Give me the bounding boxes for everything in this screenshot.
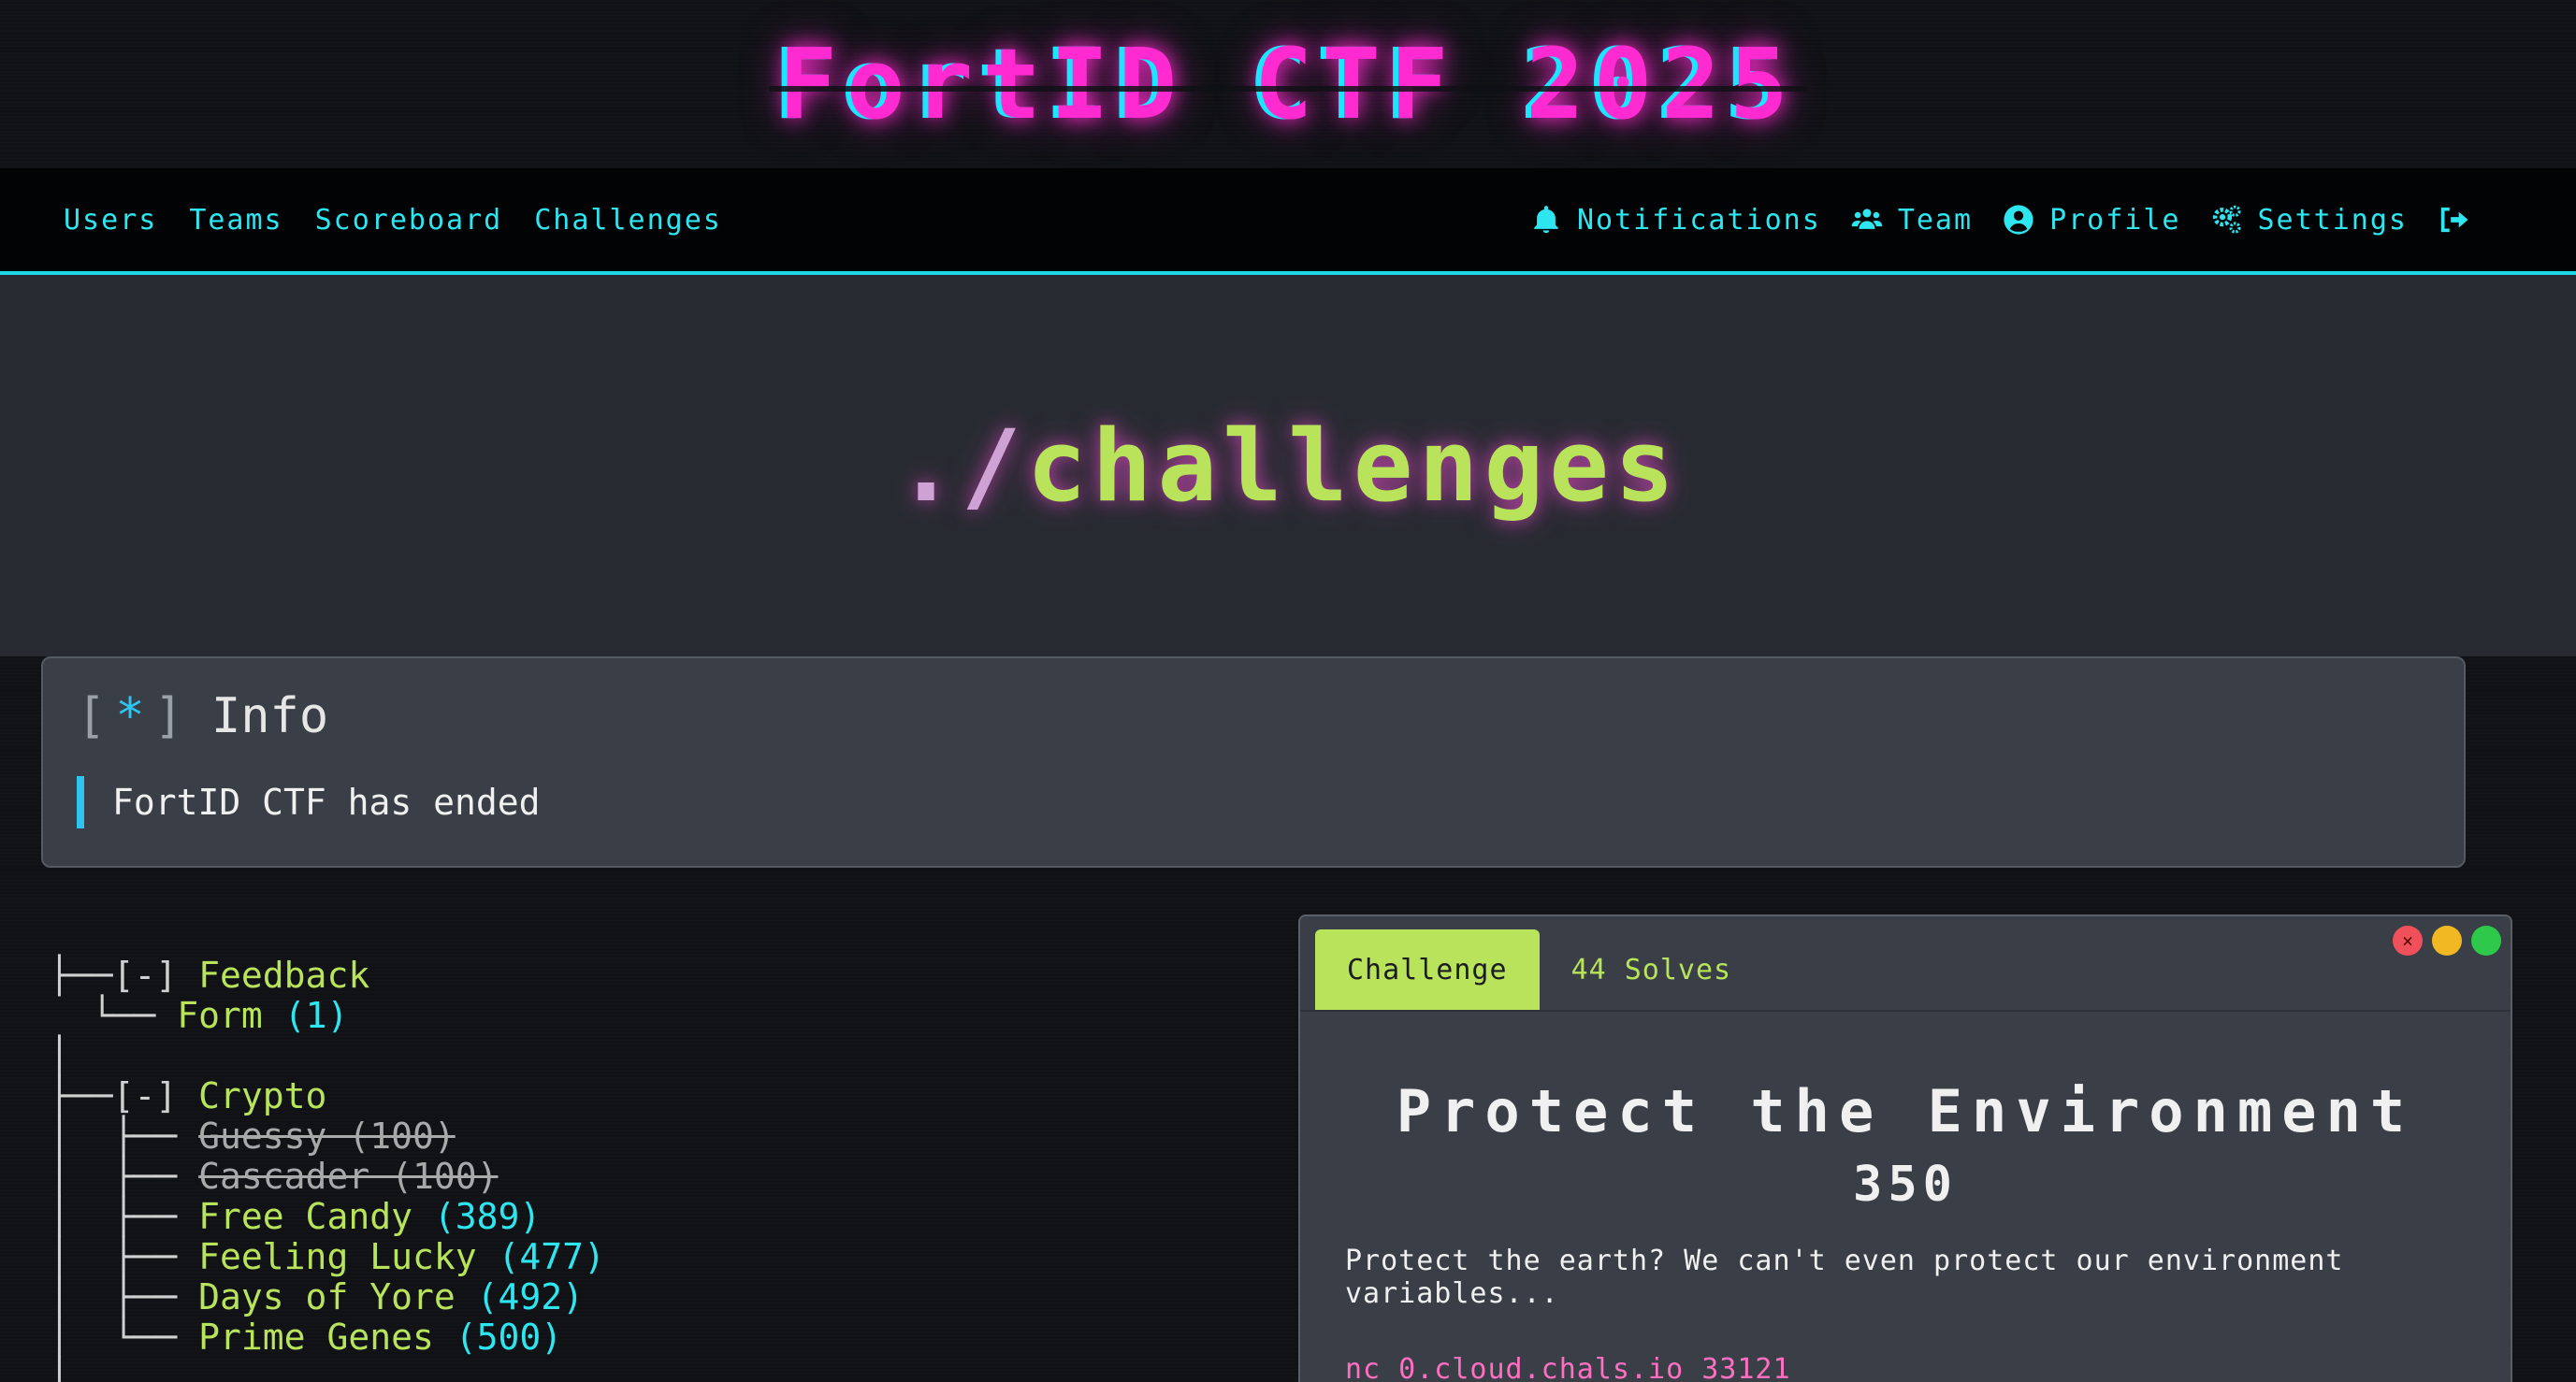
tree-toggle[interactable]: [-]	[113, 1075, 178, 1116]
logout-icon	[2440, 207, 2468, 233]
tree-branch: ├──	[69, 1156, 199, 1197]
tree-toggle[interactable]: [-]	[113, 955, 178, 996]
tree-challenge-name-solved: Cascader (100)	[198, 1156, 499, 1197]
tree-challenge-item[interactable]: │ ├── Days of Yore (492)	[49, 1277, 1265, 1317]
challenge-tree: ├──[-] Feedback └── Form (1) │ ├──[-] Cr…	[49, 956, 1265, 1382]
tree-challenge-name: Free Candy	[198, 1196, 412, 1237]
info-message: FortID CTF has ended	[77, 776, 2430, 828]
challenge-modal: Challenge 44 Solves × Protect the Enviro…	[1298, 914, 2512, 1382]
info-heading: [ * ] Info	[77, 688, 2430, 744]
nav-settings-label: Settings	[2257, 203, 2408, 237]
close-icon[interactable]: ×	[2393, 926, 2423, 956]
users-icon	[1851, 209, 1883, 229]
info-title: Info	[210, 688, 329, 744]
user-circle-icon	[2004, 205, 2033, 235]
window-controls: ×	[2393, 926, 2501, 956]
tree-category-crypto[interactable]: ├──[-] Crypto	[49, 1076, 1265, 1116]
tree-branch: ├──	[49, 955, 113, 996]
nav-challenges-link[interactable]: Challenges	[534, 204, 722, 237]
page-title-prefix: ./	[896, 408, 1027, 524]
nav-team-label: Team	[1897, 203, 1974, 237]
tree-spacer: │	[49, 1357, 70, 1382]
tree-challenge-name: Form	[177, 995, 263, 1036]
info-star-marker: *	[115, 688, 145, 744]
nav-left-group: Users Teams Scoreboard Challenges	[64, 204, 722, 237]
nav-profile-link[interactable]: Profile	[2003, 204, 2180, 237]
page-title-text: challenges	[1026, 408, 1680, 524]
challenge-connection-info[interactable]: nc 0.cloud.chals.io 33121	[1345, 1353, 2466, 1382]
tree-challenge-item[interactable]: │ ├── Cascader (100)	[49, 1157, 1265, 1197]
nav-right-group: Notifications Team Profile Settings	[1530, 204, 2469, 237]
tree-branch: └──	[49, 995, 178, 1036]
challenge-points: 350	[1853, 1157, 1958, 1213]
tree-branch: ├──	[69, 1236, 199, 1277]
tree-challenge-item[interactable]: │ ├── Feeling Lucky (477)	[49, 1237, 1265, 1277]
tree-challenge-name: Days of Yore	[198, 1276, 456, 1317]
tree-challenge-name: Prime Genes	[198, 1317, 434, 1358]
modal-body: Protect the Environment 350 Protect the …	[1300, 1012, 2511, 1382]
site-header: FortID CTF 2025	[0, 0, 2576, 168]
tree-category-label: Crypto	[198, 1075, 327, 1116]
tree-challenge-name: Feeling Lucky	[198, 1236, 477, 1277]
tree-challenge-points: (1)	[283, 995, 349, 1036]
nav-teams-link[interactable]: Teams	[189, 204, 282, 237]
tree-challenge-points: (389)	[433, 1196, 542, 1237]
cogs-icon	[2212, 205, 2241, 234]
info-bracket-open: [	[77, 688, 107, 744]
nav-settings-link[interactable]: Settings	[2211, 204, 2409, 237]
tree-category-label: Feedback	[198, 955, 370, 996]
nav-team-link[interactable]: Team	[1851, 204, 1973, 237]
modal-header: Challenge 44 Solves ×	[1300, 916, 2511, 1012]
bell-icon	[1534, 206, 1558, 234]
tab-challenge[interactable]: Challenge	[1315, 929, 1540, 1010]
tree-challenge-points: (500)	[455, 1317, 563, 1358]
tree-challenge-item[interactable]: │ ├── Free Candy (389)	[49, 1197, 1265, 1237]
nav-logout-link[interactable]	[2438, 204, 2469, 236]
tree-branch: ├──	[69, 1276, 199, 1317]
challenge-title: Protect the Environment	[1396, 1077, 2415, 1145]
nav-profile-label: Profile	[2049, 203, 2181, 237]
tree-challenge-item[interactable]: │ ├── Guessy (100)	[49, 1116, 1265, 1157]
tree-challenge-item[interactable]: │ └── Prime Genes (500)	[49, 1317, 1265, 1358]
tab-solves[interactable]: 44 Solves	[1540, 929, 1764, 1010]
maximize-icon[interactable]	[2471, 926, 2501, 956]
nav-scoreboard-link[interactable]: Scoreboard	[315, 204, 503, 237]
info-bracket-close: ]	[153, 688, 183, 744]
tree-branch: └──	[69, 1317, 199, 1358]
nav-notifications-link[interactable]: Notifications	[1530, 204, 1821, 237]
site-logo-title[interactable]: FortID CTF 2025	[769, 27, 1807, 141]
page-title: ./challenges	[896, 409, 1680, 524]
tree-challenge-name-solved: Guessy (100)	[198, 1116, 456, 1157]
info-card: [ * ] Info FortID CTF has ended	[41, 656, 2466, 868]
tree-branch: ├──	[49, 1075, 113, 1116]
top-navbar: Users Teams Scoreboard Challenges Notifi…	[0, 168, 2576, 275]
tree-category-feedback[interactable]: ├──[-] Feedback	[49, 956, 1265, 996]
tree-spacer: │	[49, 1035, 70, 1076]
minimize-icon[interactable]	[2432, 926, 2462, 956]
tree-challenge-points: (492)	[476, 1276, 584, 1317]
tree-branch: ├──	[69, 1116, 199, 1157]
nav-notifications-label: Notifications	[1577, 203, 1821, 237]
page-jumbotron: ./challenges	[0, 275, 2576, 656]
tree-challenge-item[interactable]: └── Form (1)	[49, 996, 1265, 1036]
nav-users-link[interactable]: Users	[64, 204, 157, 237]
tree-branch: ├──	[69, 1196, 199, 1237]
challenge-description: Protect the earth? We can't even protect…	[1345, 1245, 2344, 1310]
tree-challenge-points: (477)	[498, 1236, 605, 1277]
